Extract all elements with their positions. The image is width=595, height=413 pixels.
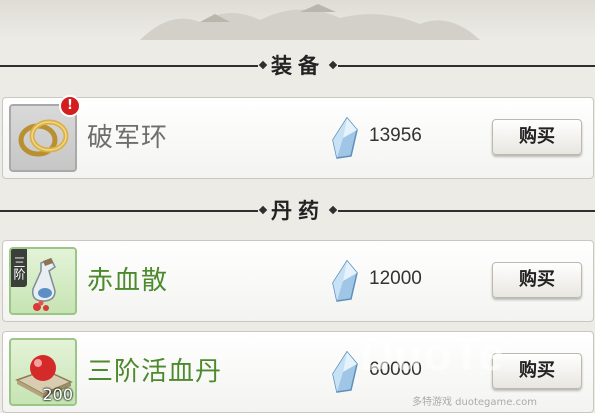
shop-item-chixuesan[interactable]: 三阶 赤血散 12000 购买: [2, 240, 594, 322]
alert-badge: !: [59, 95, 81, 117]
divider-line: [0, 210, 258, 212]
item-name: 赤血散: [87, 266, 169, 296]
item-name: 三阶活血丹: [87, 357, 223, 387]
buy-button[interactable]: 购买: [492, 119, 582, 155]
item-quantity: 200: [42, 385, 73, 404]
red-pill-icon: 200: [9, 338, 77, 406]
buy-button[interactable]: 购买: [492, 353, 582, 389]
item-price: 60000: [369, 359, 422, 380]
item-name: 破军环: [87, 123, 169, 153]
blue-crystal-icon: [331, 259, 359, 303]
medicine-bottle-icon: 三阶: [9, 247, 77, 315]
section-title: 装备: [271, 53, 325, 78]
tier-badge: 三阶: [11, 249, 27, 287]
item-price: 13956: [369, 125, 422, 146]
banner-ink-painting: [0, 0, 595, 40]
divider-line: [338, 210, 595, 212]
divider-line: [338, 65, 595, 67]
shop-item-pojunhuan[interactable]: ! 破军环 13956 购买: [2, 95, 594, 179]
section-header-equipment: 装备: [0, 52, 595, 80]
buy-button[interactable]: 购买: [492, 262, 582, 298]
blue-crystal-icon: [331, 116, 359, 160]
blue-crystal-icon: [331, 350, 359, 394]
section-header-elixirs: 丹药: [0, 197, 595, 225]
section-title: 丹药: [271, 198, 325, 223]
item-price: 12000: [369, 268, 422, 289]
divider-line: [0, 65, 258, 67]
shop-item-sanjiehuoxuedan[interactable]: 200 三阶活血丹 60000 购买: [2, 331, 594, 413]
